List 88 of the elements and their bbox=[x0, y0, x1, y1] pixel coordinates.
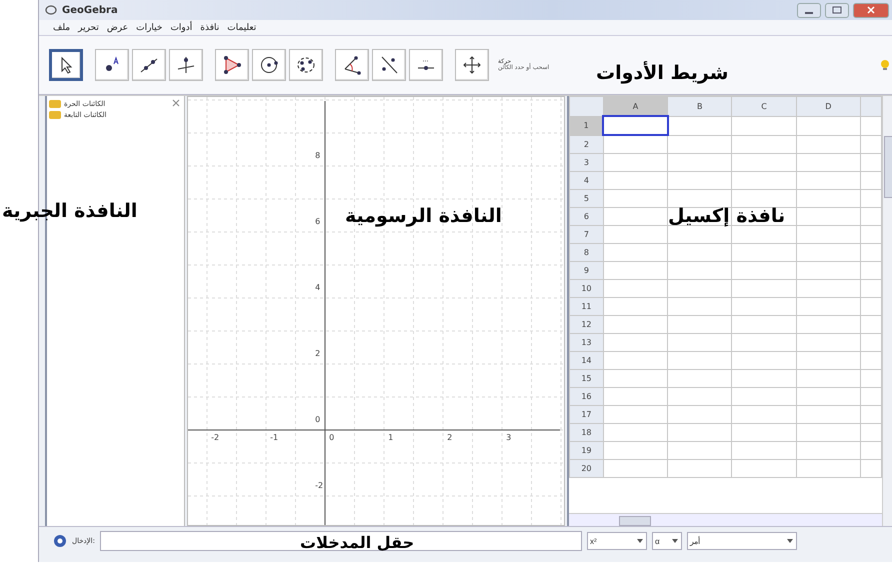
row-header[interactable]: 7 bbox=[569, 226, 604, 244]
help-icon[interactable] bbox=[53, 534, 67, 548]
dropdown[interactable]: α bbox=[652, 532, 682, 550]
row-header[interactable]: 16 bbox=[569, 388, 604, 406]
tool-button[interactable] bbox=[455, 49, 489, 81]
row-header[interactable]: 1 bbox=[569, 116, 604, 135]
close-icon[interactable] bbox=[172, 99, 180, 107]
row-header[interactable]: 19 bbox=[569, 442, 604, 460]
row-header[interactable]: 17 bbox=[569, 406, 604, 424]
ellipse-icon bbox=[296, 55, 316, 75]
row-header[interactable]: 4 bbox=[569, 172, 604, 190]
row-header[interactable]: 10 bbox=[569, 280, 604, 298]
tool-button[interactable] bbox=[132, 49, 166, 81]
angle-icon bbox=[342, 55, 362, 75]
lightbulb-icon[interactable] bbox=[879, 59, 891, 71]
reflection-icon bbox=[379, 55, 399, 75]
minimize-button[interactable] bbox=[797, 2, 821, 18]
dropdown[interactable]: أمر bbox=[686, 532, 797, 550]
row-header[interactable]: 15 bbox=[569, 370, 604, 388]
tool-button[interactable] bbox=[372, 49, 406, 81]
tool-button[interactable] bbox=[289, 49, 323, 81]
axis-tick-label: 4 bbox=[315, 284, 320, 292]
window-title: GeoGebra bbox=[62, 4, 118, 16]
tool-button[interactable] bbox=[95, 49, 129, 81]
menu-item[interactable]: تعليمات bbox=[227, 22, 256, 32]
dropdown[interactable]: x² bbox=[586, 532, 647, 550]
column-header[interactable]: D bbox=[796, 96, 860, 116]
tool-button[interactable] bbox=[215, 49, 249, 81]
triangle-icon bbox=[222, 55, 242, 75]
maximize-button[interactable] bbox=[825, 2, 849, 18]
folder-icon bbox=[49, 99, 61, 108]
axis-tick-label: 2 bbox=[315, 350, 320, 358]
row-header[interactable]: 18 bbox=[569, 424, 604, 442]
column-header[interactable]: B bbox=[668, 96, 732, 116]
caret-icon bbox=[636, 537, 644, 545]
row-header[interactable]: 3 bbox=[569, 154, 604, 172]
row-header[interactable]: 5 bbox=[569, 190, 604, 208]
annotation-label: النافذة الرسومية bbox=[345, 205, 502, 227]
vertical-scrollbar[interactable] bbox=[882, 96, 892, 526]
row-header[interactable]: 12 bbox=[569, 316, 604, 334]
tool-button[interactable] bbox=[169, 49, 203, 81]
menu-item[interactable]: عرض bbox=[106, 22, 128, 32]
maximize-icon bbox=[832, 6, 842, 14]
menu-item[interactable]: نافذة bbox=[200, 22, 220, 32]
menu-item[interactable]: ملف bbox=[53, 22, 70, 32]
axis-tick-label: 2 bbox=[447, 434, 452, 442]
column-header[interactable]: A bbox=[603, 96, 668, 116]
tool-button[interactable] bbox=[252, 49, 286, 81]
axis-tick-label: 1 bbox=[388, 434, 394, 442]
axis-tick-label: -1 bbox=[270, 434, 278, 442]
row-header[interactable]: 8 bbox=[569, 244, 604, 262]
menu-item[interactable]: أدوات bbox=[170, 22, 192, 32]
caret-icon bbox=[786, 537, 794, 545]
annotation-label: نافذة إكسيل bbox=[668, 205, 786, 227]
row-header[interactable]: 20 bbox=[569, 460, 604, 478]
circle-icon bbox=[259, 55, 279, 75]
caret-icon bbox=[670, 537, 679, 545]
input-field[interactable] bbox=[100, 531, 582, 551]
axis-tick-label: 6 bbox=[315, 218, 320, 226]
tool-button[interactable] bbox=[49, 49, 83, 81]
row-header[interactable]: 14 bbox=[569, 352, 604, 370]
axis-tick-label: -2 bbox=[315, 482, 324, 490]
row-header[interactable]: 2 bbox=[569, 135, 604, 154]
horizontal-scrollbar[interactable] bbox=[568, 513, 882, 526]
annotation-label: شريط الأدوات bbox=[596, 62, 728, 84]
perpendicular-lines-icon bbox=[176, 55, 196, 75]
axis-tick-label: 8 bbox=[315, 152, 320, 160]
close-button[interactable] bbox=[853, 2, 889, 18]
tool-button[interactable] bbox=[409, 49, 443, 81]
menu-item[interactable]: تحرير bbox=[78, 22, 99, 32]
axis-tick-label: 0 bbox=[329, 434, 334, 442]
selected-cell[interactable] bbox=[603, 116, 668, 135]
axis-tick-label: -2 bbox=[211, 434, 220, 442]
row-header[interactable]: 13 bbox=[569, 334, 604, 352]
move-arrows-icon bbox=[462, 55, 482, 75]
close-icon bbox=[866, 6, 876, 14]
row-header[interactable]: 11 bbox=[569, 298, 604, 316]
tool-button[interactable] bbox=[335, 49, 369, 81]
menu-item[interactable]: خيارات bbox=[136, 22, 162, 32]
axis-tick-label: 0 bbox=[315, 416, 320, 424]
axis-tick-label: 3 bbox=[506, 434, 512, 442]
annotation-label: النافذة الجبرية bbox=[2, 200, 138, 222]
app-logo-icon bbox=[45, 4, 57, 16]
column-header[interactable]: C bbox=[732, 96, 796, 116]
folder-icon bbox=[49, 110, 61, 119]
row-header[interactable]: 9 bbox=[569, 262, 604, 280]
row-header[interactable]: 6 bbox=[569, 208, 604, 226]
annotation-label: حقل المدخلات bbox=[300, 533, 414, 552]
